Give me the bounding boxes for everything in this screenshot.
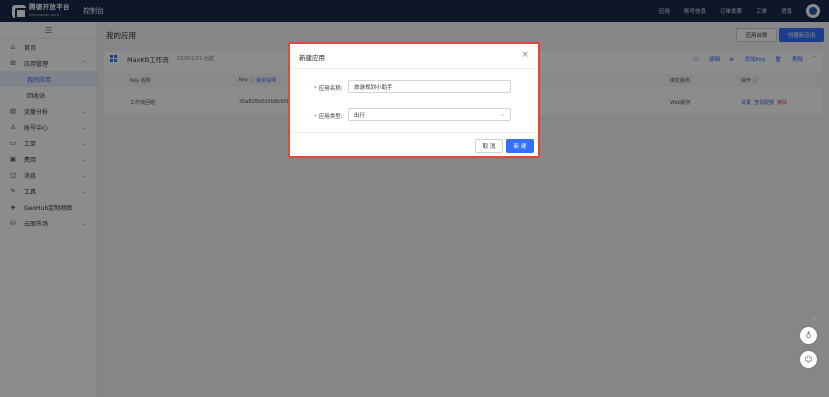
- divider: [290, 68, 538, 69]
- app-type-label: * 应用类型:: [314, 114, 343, 120]
- assistant-icon[interactable]: ☺: [800, 351, 817, 368]
- divider: [290, 132, 538, 133]
- new-app-dialog: 新建应用 × * 应用名称: 旅游规划小助手 * 应用类型: 出行 ⌄ 取 消 新 …: [288, 42, 540, 158]
- close-icon[interactable]: ×: [521, 50, 529, 60]
- confirm-create-button[interactable]: 新 建: [506, 139, 534, 153]
- lightbulb-icon[interactable]: ♁: [800, 327, 817, 344]
- cancel-button[interactable]: 取 消: [475, 139, 503, 153]
- float-close-icon[interactable]: ◎: [813, 316, 817, 322]
- app-name-label: * 应用名称:: [314, 86, 343, 92]
- dialog-title: 新建应用: [299, 54, 325, 62]
- app-type-select[interactable]: 出行 ⌄: [348, 108, 511, 121]
- app-name-input[interactable]: 旅游规划小助手: [348, 80, 511, 93]
- chevron-down-icon: ⌄: [499, 111, 505, 118]
